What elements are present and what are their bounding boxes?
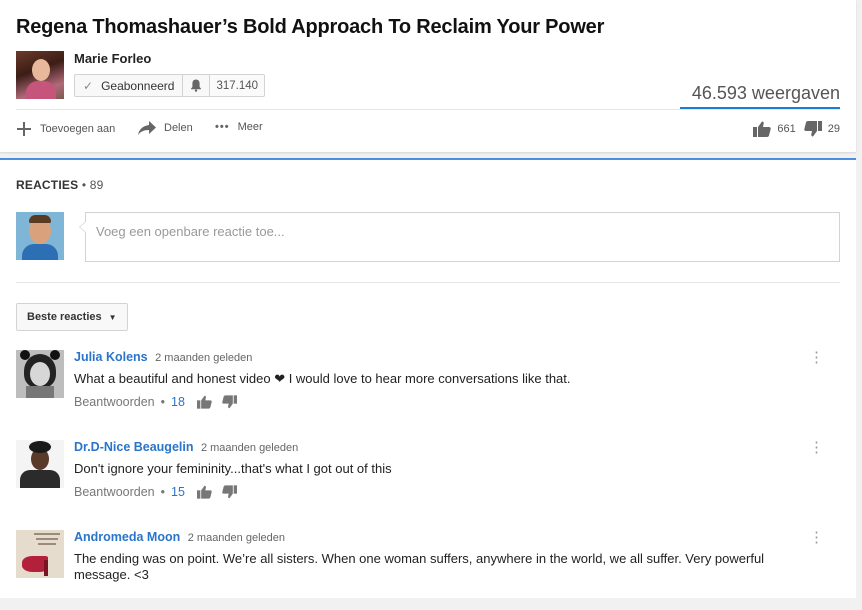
more-button[interactable]: ••• Meer [215,121,263,133]
comment-like-count: 15 [171,485,185,499]
comment-time[interactable]: 2 maanden geleden [155,352,252,364]
channel-name[interactable]: Marie Forleo [74,51,151,66]
reply-button[interactable]: Beantwoorden [74,395,155,409]
divider [16,109,840,110]
comment-author[interactable]: Dr.D-Nice Beaugelin [74,440,193,454]
sort-label: Beste reacties [27,311,102,323]
plus-icon [17,122,31,136]
add-to-button[interactable]: Toevoegen aan [16,121,115,137]
comment-author-line: Andromeda Moon 2 maanden geleden [74,530,285,544]
video-title: Regena Thomashauer’s Bold Approach To Re… [16,16,605,38]
avatar-face [30,362,50,386]
comment-author[interactable]: Julia Kolens [74,350,148,364]
share-label: Delen [164,122,193,134]
avatar-text-line [36,538,58,540]
avatar-body [20,470,60,488]
thumbs-up-icon[interactable] [196,395,212,409]
comments-section: REACTIES • 89 Beste reacties ▼ Julia Kol… [0,158,856,598]
subscribed-label: Geabonneerd [101,78,175,93]
channel-avatar[interactable] [16,51,64,99]
subscribed-button[interactable]: ✓ Geabonneerd [75,75,184,96]
reply-button[interactable]: Beantwoorden [74,485,155,499]
dislike-count: 29 [827,123,840,135]
comment-item: Andromeda Moon 2 maanden geleden The end… [16,530,840,610]
commenter-avatar[interactable] [16,440,64,488]
comment-actions: Beantwoorden • 18 [74,395,247,409]
comments-count: • 89 [81,178,104,192]
subscribe-group: ✓ Geabonneerd 317.140 [74,74,266,97]
video-info-card: Regena Thomashauer’s Bold Approach To Re… [0,0,856,152]
comment-text: What a beautiful and honest video ❤ I wo… [74,371,571,386]
avatar-heel [44,560,48,576]
more-dots-icon: ••• [215,121,230,133]
share-icon [138,121,156,135]
avatar-face [32,59,50,81]
notification-bell-button[interactable] [183,75,211,96]
commenter-avatar[interactable] [16,350,64,398]
check-icon: ✓ [83,78,94,93]
comment-menu-icon[interactable]: ⋮ [809,350,824,365]
separator-dot: • [160,485,166,499]
comment-item: Julia Kolens 2 maanden geleden What a be… [16,350,840,430]
thumbs-up-icon[interactable] [753,121,772,137]
divider [16,282,840,283]
thumbs-down-icon[interactable] [804,121,822,137]
comment-text: Don't ignore your femininity...that's wh… [74,461,392,476]
current-user-avatar [16,212,64,260]
separator-dot: • [160,395,166,409]
comment-text: The ending was on point. We’re all siste… [74,551,765,582]
avatar-body [22,244,58,260]
caret-down-icon: ▼ [108,312,117,322]
comment-input[interactable] [96,213,829,249]
like-dislike-group: 661 29 [753,121,840,137]
comment-author-line: Julia Kolens 2 maanden geleden [74,350,252,364]
avatar-body [26,386,54,398]
comment-like-count: 18 [171,395,185,409]
comment-item: Dr.D-Nice Beaugelin 2 maanden geleden Do… [16,440,840,520]
share-button[interactable]: Delen [138,121,193,135]
comment-time[interactable]: 2 maanden geleden [188,532,285,544]
thumbs-up-icon[interactable] [196,485,212,499]
avatar-hair [29,441,51,453]
comment-actions: Beantwoorden • 15 [74,485,247,499]
comments-header: REACTIES • 89 [16,178,104,192]
more-label: Meer [237,121,263,133]
comments-header-label: REACTIES [16,178,79,192]
add-to-label: Toevoegen aan [40,123,116,135]
avatar-text-line [38,543,56,545]
avatar-hair [29,215,51,223]
avatar-ear [50,350,60,360]
like-count: 661 [777,123,796,135]
avatar-ear [20,350,30,360]
subscriber-count: 317.140 [210,75,265,96]
thumbs-down-icon[interactable] [222,485,237,499]
sort-comments-dropdown[interactable]: Beste reacties ▼ [16,303,128,331]
comment-menu-icon[interactable]: ⋮ [809,440,824,455]
comment-author-line: Dr.D-Nice Beaugelin 2 maanden geleden [74,440,298,454]
avatar-text-line [34,533,60,535]
thumbs-down-icon[interactable] [222,395,237,409]
comment-time[interactable]: 2 maanden geleden [201,442,298,454]
view-count: 46.593 weergaven [691,83,840,103]
avatar-body [26,81,56,99]
comment-box [79,212,840,262]
comment-menu-icon[interactable]: ⋮ [809,530,824,545]
comment-author[interactable]: Andromeda Moon [74,530,180,544]
commenter-avatar[interactable] [16,530,64,578]
bell-icon [191,79,202,92]
